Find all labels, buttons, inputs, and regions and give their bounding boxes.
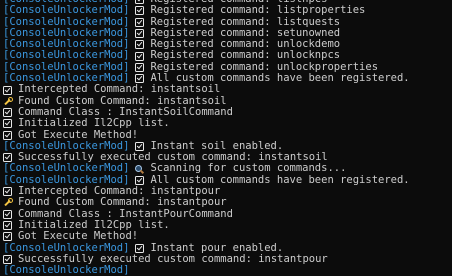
- mod-tag: [ConsoleUnlockerMod]: [3, 4, 130, 17]
- mod-tag: [ConsoleUnlockerMod]: [3, 264, 130, 276]
- console-line-text: Registered command: listproperties: [150, 4, 366, 17]
- console-line-text: Initialized Il2Cpp list.: [18, 117, 170, 130]
- checkmark-icon: [135, 51, 145, 61]
- checkmark-icon: [135, 40, 145, 50]
- console-line-text: Found Custom Command: instantpour: [18, 196, 227, 209]
- checkmark-icon: [135, 17, 145, 27]
- console-line: Found Custom Command: instantpour: [0, 197, 452, 208]
- console-line-text: Got Execute Method!: [18, 230, 139, 243]
- checkmark-icon: [135, 29, 145, 39]
- search-icon: [135, 164, 144, 174]
- console-line: [ConsoleUnlockerMod]: [0, 264, 452, 276]
- checkmark-icon: [3, 209, 12, 219]
- checkmark-icon: [3, 232, 12, 242]
- console-line: Got Execute Method!: [0, 230, 452, 243]
- checkmark-icon: [3, 119, 12, 129]
- console-output: [ConsoleUnlockerMod] Registered command: …: [0, 0, 452, 276]
- checkmark-icon: [3, 187, 12, 197]
- console-line-text: Intercepted Command: instantsoil: [18, 83, 221, 96]
- checkmark-icon: [135, 74, 145, 84]
- checkmark-icon: [3, 85, 12, 95]
- console-line: Initialized Il2Cpp list.: [0, 117, 452, 130]
- checkmark-icon: [135, 62, 145, 72]
- checkmark-icon: [135, 175, 145, 185]
- checkmark-icon: [135, 243, 145, 253]
- console-line: [ConsoleUnlockerMod] Registered command: …: [0, 4, 452, 17]
- console-line: Intercepted Command: instantsoil: [0, 84, 452, 95]
- checkmark-icon: [3, 153, 12, 163]
- wrench-icon: [3, 198, 13, 207]
- checkmark-icon: [3, 221, 12, 231]
- wrench-icon: [3, 96, 13, 106]
- checkmark-icon: [3, 108, 12, 118]
- checkmark-icon: [3, 254, 12, 264]
- checkmark-icon: [135, 0, 145, 5]
- checkmark-icon: [135, 6, 145, 16]
- checkmark-icon: [3, 130, 12, 140]
- checkmark-icon: [135, 142, 145, 151]
